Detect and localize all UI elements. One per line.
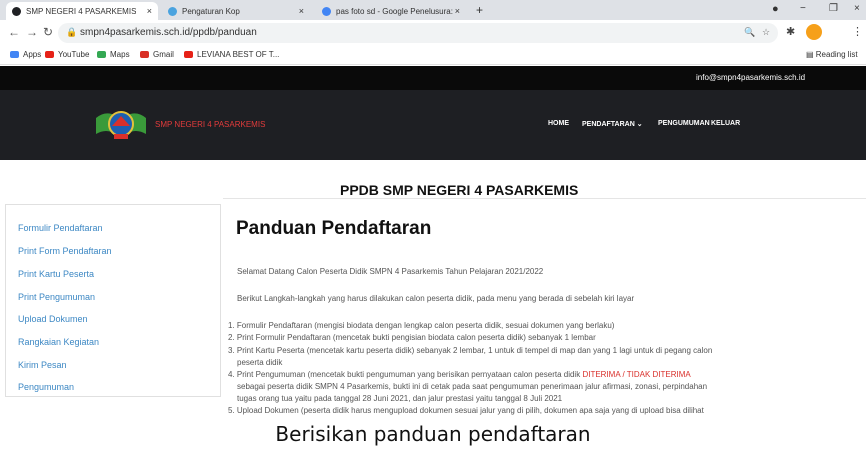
star-icon[interactable]: ☆ [762, 27, 770, 38]
sidebar-item-kirim-pesan[interactable]: Kirim Pesan [18, 360, 67, 370]
tab-title: Pengaturan Kop [182, 6, 240, 16]
tab-title: SMP NEGERI 4 PASARKEMIS [26, 6, 137, 16]
bookmark-gmail[interactable]: Gmail [140, 50, 174, 59]
maps-pin-icon [97, 51, 106, 58]
gmail-icon [140, 51, 149, 58]
bookmark-label: Gmail [153, 50, 174, 59]
sidebar-item-print-kartu-peserta[interactable]: Print Kartu Peserta [18, 269, 94, 279]
step-3: 3. Print Kartu Peserta (mencetak kartu p… [228, 346, 713, 355]
step-5: 5. Upload Dokumen (peserta didik harus m… [228, 406, 704, 415]
close-icon[interactable]: × [455, 6, 460, 16]
tab-pengaturan-kop[interactable]: Pengaturan Kop × [162, 2, 310, 20]
school-logo[interactable] [92, 108, 150, 142]
welcome-text: Selamat Datang Calon Peserta Didik SMPN … [237, 267, 544, 276]
arrow-left-icon[interactable]: ← [8, 25, 20, 39]
step-3-cont: peserta didik [237, 358, 283, 367]
nav-pengumuman[interactable]: PENGUMUMAN [658, 120, 710, 127]
sidebar-item-upload-dokumen[interactable]: Upload Dokumen [18, 314, 88, 324]
tab-title: pas foto sd - Google Penelusura: [336, 6, 453, 16]
browser-tab-bar: SMP NEGERI 4 PASARKEMIS × Pengaturan Kop… [0, 0, 866, 20]
bookmarks-bar: Apps YouTube Maps Gmail LEVIANA BEST OF … [0, 46, 866, 65]
close-icon[interactable]: × [299, 6, 304, 16]
apps-grid-icon [10, 51, 19, 58]
step-4-cont: sebagai peserta didik SMPN 4 Pasarkemis,… [237, 382, 708, 391]
bookmark-leviana[interactable]: LEVIANA BEST OF T... [184, 50, 279, 59]
bookmark-label: LEVIANA BEST OF T... [197, 50, 280, 59]
sidebar-item-print-pengumuman[interactable]: Print Pengumuman [18, 292, 95, 302]
step-4: 4. Print Pengumuman (mencetak bukti peng… [228, 370, 691, 379]
panduan-heading: Panduan Pendaftaran [236, 218, 432, 239]
bookmark-youtube[interactable]: YouTube [45, 50, 89, 59]
sidebar-menu: Formulir Pendaftaran Print Form Pendafta… [5, 204, 221, 397]
site-email[interactable]: info@smpn4pasarkemis.sch.id [696, 73, 805, 82]
step-4-status: DITERIMA / TIDAK DITERIMA [582, 370, 691, 379]
lock-icon: 🔒 [66, 27, 78, 37]
window-close-button[interactable]: × [854, 3, 860, 14]
extensions-icon[interactable]: ✱ [786, 25, 795, 38]
bookmark-apps[interactable]: Apps [10, 50, 41, 59]
tab-smp-negeri[interactable]: SMP NEGERI 4 PASARKEMIS × [6, 2, 158, 20]
intro-text: Berikut Langkah-langkah yang harus dilak… [237, 294, 635, 303]
caption: Berisikan panduan pendaftaran [275, 422, 591, 446]
address-bar[interactable]: 🔒 smpn4pasarkemis.sch.id/ppdb/panduan 🔍 … [58, 23, 778, 43]
close-icon[interactable]: × [147, 6, 152, 16]
bookmark-label: Maps [110, 50, 130, 59]
sidebar-item-pengumuman[interactable]: Pengumuman [18, 382, 74, 392]
avatar[interactable] [806, 24, 822, 40]
browser-record-icon: ● [772, 3, 779, 15]
nav-pendaftaran[interactable]: PENDAFTARAN ⌄ [582, 120, 643, 128]
sidebar-item-formulir-pendaftaran[interactable]: Formulir Pendaftaran [18, 223, 103, 233]
reload-icon[interactable]: ↻ [43, 25, 53, 39]
step-1: 1. Formulir Pendaftaran (mengisi biodata… [228, 321, 615, 330]
step-4-text: 4. Print Pengumuman (mencetak bukti peng… [228, 370, 583, 379]
tab-google-search[interactable]: pas foto sd - Google Penelusura: × [316, 2, 466, 20]
sidebar-item-print-form-pendaftaran[interactable]: Print Form Pendaftaran [18, 246, 112, 256]
arrow-right-icon[interactable]: → [26, 25, 38, 39]
reading-list-label: Reading list [815, 50, 858, 59]
youtube-icon [45, 51, 54, 58]
minimize-button[interactable]: − [800, 3, 806, 14]
maximize-button[interactable]: ❐ [829, 3, 838, 14]
url-text: smpn4pasarkemis.sch.id/ppdb/panduan [80, 27, 257, 38]
google-icon [322, 6, 331, 16]
globe-icon [12, 6, 21, 16]
site-icon [168, 6, 177, 16]
site-header: SMP NEGERI 4 PASARKEMIS HOME PENDAFTARAN… [0, 90, 866, 160]
zoom-icon[interactable]: 🔍 [744, 27, 755, 38]
new-tab-button[interactable]: + [476, 3, 483, 17]
bookmark-label: Apps [23, 50, 42, 59]
bookmark-maps[interactable]: Maps [97, 50, 130, 59]
divider [223, 198, 866, 199]
menu-dots-icon[interactable]: ⋮ [852, 25, 863, 38]
youtube-icon [184, 51, 193, 58]
nav-home[interactable]: HOME [548, 120, 569, 127]
step-4-cont-2: tugas orang tua yaitu pada tanggal 28 Ju… [237, 394, 563, 403]
reading-list-button[interactable]: ▤ Reading list [806, 50, 858, 59]
site-top-bar: info@smpn4pasarkemis.sch.id [0, 66, 866, 90]
bookmark-label: YouTube [58, 50, 90, 59]
browser-toolbar: ← → ↻ 🔒 smpn4pasarkemis.sch.id/ppdb/pand… [0, 20, 866, 46]
nav-keluar[interactable]: KELUAR [711, 120, 740, 127]
page-title: PPDB SMP NEGERI 4 PASARKEMIS [340, 182, 579, 198]
reading-list-icon: ▤ [806, 50, 816, 59]
step-2: 2. Print Formulir Pendaftaran (mencetak … [228, 333, 596, 342]
sidebar-item-rangkaian-kegiatan[interactable]: Rangkaian Kegiatan [18, 337, 99, 347]
screenshot-root: SMP NEGERI 4 PASARKEMIS × Pengaturan Kop… [0, 0, 866, 457]
site-name[interactable]: SMP NEGERI 4 PASARKEMIS [155, 120, 265, 129]
